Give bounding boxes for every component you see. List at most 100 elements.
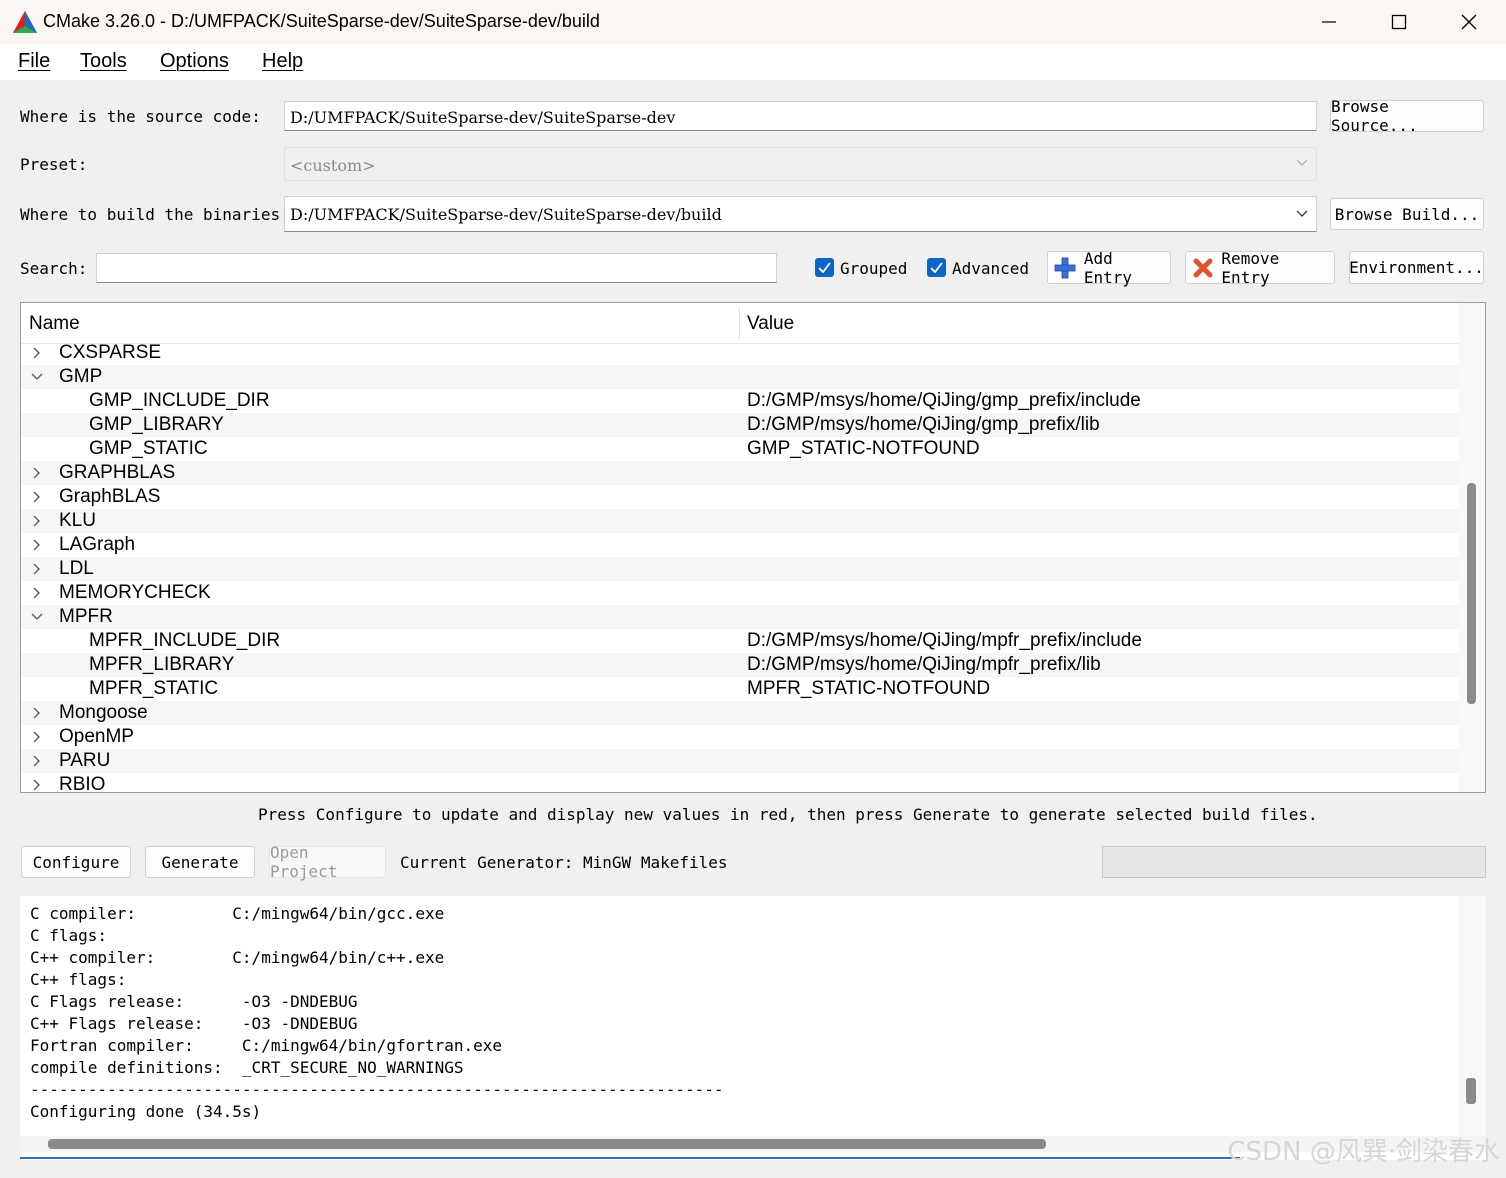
close-button[interactable] [1434, 0, 1504, 44]
chevron-right-icon[interactable] [31, 731, 43, 743]
tree-entry-row[interactable]: MPFR_LIBRARY D:/GMP/msys/home/QiJing/mpfr… [21, 653, 1459, 677]
log-line: C flags: [30, 926, 108, 945]
chevron-right-icon[interactable] [31, 779, 43, 791]
column-header-value[interactable]: Value [747, 313, 794, 335]
tree-group-row[interactable]: GraphBLAS [21, 485, 1459, 509]
advanced-label[interactable]: Advanced [952, 259, 1029, 278]
browse-source-button[interactable]: Browse Source... [1330, 97, 1484, 135]
log-line: C++ flags: [30, 970, 127, 989]
log-line: compile definitions: _CRT_SECURE_NO_WARN… [30, 1058, 464, 1077]
tree-group-row[interactable]: GMP [21, 365, 1459, 389]
tree-group-row[interactable]: LAGraph [21, 533, 1459, 557]
configure-hint: Press Configure to update and display ne… [258, 805, 1318, 824]
add-entry-button[interactable]: Add Entry [1047, 248, 1171, 287]
entry-name: GraphBLAS [59, 486, 161, 507]
entry-value[interactable]: D:/GMP/msys/home/QiJing/gmp_prefix/inclu… [747, 390, 1141, 412]
tree-group-row[interactable]: Mongoose [21, 701, 1459, 725]
tree-entry-row[interactable]: GMP_INCLUDE_DIR D:/GMP/msys/home/QiJing/g… [21, 389, 1459, 413]
chevron-right-icon[interactable] [31, 755, 43, 767]
chevron-down-icon [1296, 159, 1308, 166]
chevron-right-icon[interactable] [31, 587, 43, 599]
log-line: C Flags release: -O3 -DNDEBUG [30, 992, 358, 1011]
tree-group-row[interactable]: LDL [21, 557, 1459, 581]
entry-name: MPFR_LIBRARY [89, 654, 235, 675]
menu-options[interactable]: Options [160, 50, 229, 73]
chevron-right-icon[interactable] [31, 347, 43, 359]
entry-value[interactable]: GMP_STATIC-NOTFOUND [747, 438, 980, 460]
log-hscroll-thumb[interactable] [48, 1139, 1046, 1149]
tree-group-row[interactable]: RBIO [21, 773, 1459, 792]
log-vscroll-thumb[interactable] [1466, 1078, 1476, 1104]
entry-name: GMP_STATIC [89, 438, 208, 459]
tree-group-row[interactable]: GRAPHBLAS [21, 461, 1459, 485]
menu-bar: File Tools Options Help [0, 44, 1506, 80]
tree-group-row[interactable]: MEMORYCHECK [21, 581, 1459, 605]
entry-name: MPFR_STATIC [89, 678, 219, 699]
focus-underline [20, 1157, 1240, 1159]
entry-name: GMP [59, 366, 103, 387]
menu-file[interactable]: File [18, 50, 50, 73]
minimize-icon [1322, 21, 1336, 23]
search-label: Search: [20, 259, 88, 278]
window-title: CMake 3.26.0 - D:/UMFPACK/SuiteSparse-de… [43, 11, 600, 31]
log-line: C compiler: C:/mingw64/bin/gcc.exe [30, 904, 445, 923]
tree-entry-row[interactable]: MPFR_STATIC MPFR_STATIC-NOTFOUND [21, 677, 1459, 701]
entry-value[interactable]: D:/GMP/msys/home/QiJing/mpfr_prefix/incl… [747, 630, 1142, 652]
menu-tools[interactable]: Tools [80, 50, 127, 73]
chevron-right-icon[interactable] [31, 515, 43, 527]
minimize-button[interactable] [1294, 0, 1364, 44]
chevron-down-icon[interactable] [31, 611, 43, 623]
open-project-button: Open Project [269, 843, 386, 881]
entry-name: GRAPHBLAS [59, 462, 176, 483]
grouped-checkbox[interactable] [815, 258, 834, 277]
build-path-combobox[interactable]: D:/UMFPACK/SuiteSparse-dev/SuiteSparse-d… [284, 196, 1317, 232]
advanced-checkbox[interactable] [927, 258, 946, 277]
chevron-right-icon[interactable] [31, 539, 43, 551]
chevron-right-icon[interactable] [31, 563, 43, 575]
source-path-input[interactable]: D:/UMFPACK/SuiteSparse-dev/SuiteSparse-d… [284, 101, 1317, 131]
add-entry-label: Add Entry [1083, 248, 1133, 287]
tree-group-row[interactable]: CXSPARSE [21, 341, 1459, 365]
remove-entry-label: Remove Entry [1221, 248, 1280, 287]
column-header-name[interactable]: Name [29, 313, 80, 335]
entry-name: CXSPARSE [59, 342, 162, 363]
tree-group-row[interactable]: KLU [21, 509, 1459, 533]
tree-group-row[interactable]: MPFR [21, 605, 1459, 629]
browse-build-button[interactable]: Browse Build... [1330, 198, 1484, 230]
tree-entry-row[interactable]: MPFR_INCLUDE_DIR D:/GMP/msys/home/QiJing/… [21, 629, 1459, 653]
menu-help[interactable]: Help [262, 50, 303, 73]
source-label: Where is the source code: [20, 107, 261, 126]
close-icon [1461, 14, 1477, 30]
chevron-right-icon[interactable] [31, 707, 43, 719]
entry-value[interactable]: MPFR_STATIC-NOTFOUND [747, 678, 990, 700]
tree-group-row[interactable]: PARU [21, 749, 1459, 773]
grouped-label[interactable]: Grouped [840, 259, 907, 278]
log-line: ----------------------------------------… [30, 1080, 724, 1099]
chevron-right-icon[interactable] [31, 491, 43, 503]
chevron-right-icon[interactable] [31, 467, 43, 479]
entry-value[interactable]: D:/GMP/msys/home/QiJing/mpfr_prefix/lib [747, 654, 1101, 676]
chevron-down-icon[interactable] [31, 371, 43, 383]
current-generator-text: Current Generator: MinGW Makefiles [400, 853, 728, 872]
cmake-triangle-icon [13, 11, 37, 33]
entry-name: MEMORYCHECK [59, 582, 211, 603]
search-input[interactable] [96, 253, 777, 283]
remove-entry-button[interactable]: Remove Entry [1185, 248, 1335, 287]
output-log[interactable]: C compiler: C:/mingw64/bin/gcc.exe C flag… [20, 896, 1486, 1160]
tree-entry-row[interactable]: GMP_STATIC GMP_STATIC-NOTFOUND [21, 437, 1459, 461]
checkmark-icon [930, 262, 943, 273]
remove-x-icon [1193, 258, 1213, 277]
entry-name: GMP_LIBRARY [89, 414, 224, 435]
column-divider[interactable] [739, 307, 740, 339]
environment-button[interactable]: Environment... [1349, 251, 1484, 284]
tree-group-row[interactable]: OpenMP [21, 725, 1459, 749]
tree-scrollbar-thumb[interactable] [1467, 483, 1476, 704]
cache-tree[interactable]: Name Value CXSPARSE GMP GMP_INCLUDE_DIR D:/… [20, 302, 1486, 793]
tree-entry-row[interactable]: GMP_LIBRARY D:/GMP/msys/home/QiJing/gmp_p… [21, 413, 1459, 437]
maximize-button[interactable] [1364, 0, 1434, 44]
generate-button[interactable]: Generate [145, 846, 255, 878]
preset-select: <custom> [284, 147, 1317, 181]
entry-name: LAGraph [59, 534, 136, 555]
entry-value[interactable]: D:/GMP/msys/home/QiJing/gmp_prefix/lib [747, 414, 1100, 436]
configure-button[interactable]: Configure [21, 846, 131, 878]
